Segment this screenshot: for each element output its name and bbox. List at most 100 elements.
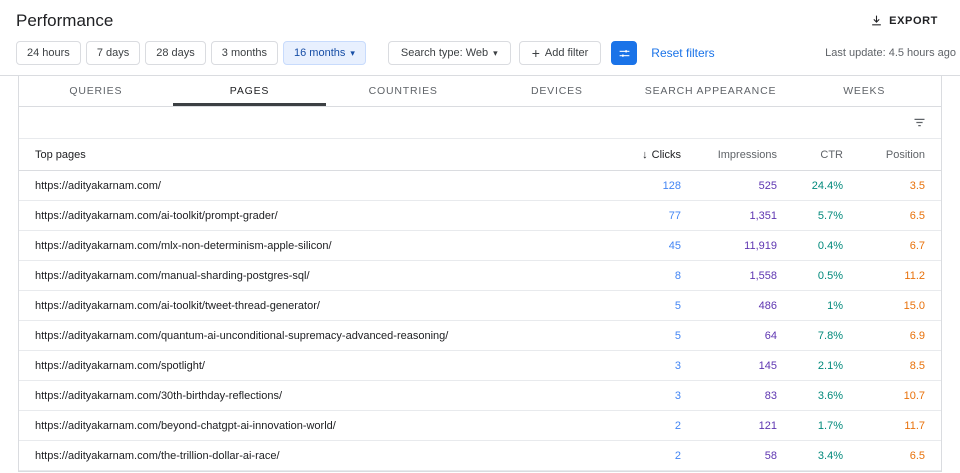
export-label: EXPORT <box>889 14 938 27</box>
chip-28-days[interactable]: 28 days <box>145 41 206 65</box>
position-cell: 15.0 <box>903 299 925 312</box>
tab-weeks[interactable]: WEEKS <box>787 76 941 106</box>
table-row[interactable]: https://adityakarnam.com/the-trillion-do… <box>19 441 941 471</box>
column-header-top-pages: Top pages <box>35 148 86 161</box>
clicks-header-label: Clicks <box>651 148 681 161</box>
clicks-cell: 5 <box>674 299 681 312</box>
add-filter-chip[interactable]: + Add filter <box>518 41 602 65</box>
table-body: https://adityakarnam.com/128 525 24.4% 3.5 h… <box>19 171 941 471</box>
table-row[interactable]: https://adityakarnam.com/quantum-ai-unco… <box>19 321 941 351</box>
date-range-chips: 24 hours 7 days 28 days 3 months 16 mont… <box>16 41 366 65</box>
table-card: QUERIES PAGES COUNTRIES DEVICES SEARCH A… <box>18 76 942 472</box>
position-cell: 6.5 <box>909 209 925 222</box>
reset-filters-link[interactable]: Reset filters <box>651 46 714 60</box>
table-row[interactable]: https://adityakarnam.com/spotlight/3 145 2… <box>19 351 941 381</box>
tab-queries[interactable]: QUERIES <box>19 76 173 106</box>
column-header-ctr[interactable]: CTR <box>777 149 843 161</box>
clicks-cell: 128 <box>662 179 681 192</box>
ctr-cell: 3.4% <box>817 449 843 462</box>
search-type-chip[interactable]: Search type: Web ▾ <box>387 41 511 65</box>
page-url-cell: https://adityakarnam.com/spotlight/ <box>35 359 205 372</box>
column-header-impressions[interactable]: Impressions <box>681 149 777 161</box>
clicks-cell: 3 <box>674 359 681 372</box>
impressions-cell: 486 <box>758 299 777 312</box>
clicks-cell: 2 <box>674 449 681 462</box>
position-cell: 6.5 <box>909 449 925 462</box>
impressions-cell: 1,351 <box>749 209 777 222</box>
tab-countries[interactable]: COUNTRIES <box>326 76 480 106</box>
impressions-cell: 11,919 <box>744 239 777 252</box>
sort-arrow-down-icon: ↓ <box>642 148 648 161</box>
search-type-label: Search type: Web <box>400 47 489 59</box>
impressions-cell: 121 <box>758 419 777 432</box>
export-button[interactable]: EXPORT <box>864 10 944 31</box>
position-cell: 10.7 <box>903 389 925 402</box>
app-header: Performance EXPORT <box>0 0 960 37</box>
caret-down-icon: ▾ <box>350 47 355 58</box>
position-cell: 11.2 <box>904 269 925 282</box>
add-filter-label: Add filter <box>544 47 589 59</box>
column-header-position[interactable]: Position <box>843 149 925 161</box>
table-row[interactable]: https://adityakarnam.com/128 525 24.4% 3.5 <box>19 171 941 201</box>
impressions-cell: 1,558 <box>749 269 777 282</box>
position-cell: 6.7 <box>909 239 925 252</box>
table-row[interactable]: https://adityakarnam.com/ai-toolkit/prom… <box>19 201 941 231</box>
ctr-cell: 7.8% <box>817 329 843 342</box>
filter-bar: 24 hours 7 days 28 days 3 months 16 mont… <box>0 37 960 75</box>
impressions-cell: 145 <box>758 359 777 372</box>
tab-pages[interactable]: PAGES <box>172 76 327 106</box>
clicks-cell: 45 <box>668 239 681 252</box>
impressions-cell: 83 <box>764 389 777 402</box>
impressions-cell: 525 <box>758 179 777 192</box>
ctr-cell: 1% <box>827 299 843 312</box>
impressions-cell: 64 <box>764 329 777 342</box>
download-icon <box>872 15 881 26</box>
page-url-cell: https://adityakarnam.com/ <box>35 179 161 192</box>
clicks-cell: 5 <box>674 329 681 342</box>
position-cell: 3.5 <box>909 179 925 192</box>
tab-devices[interactable]: DEVICES <box>480 76 634 106</box>
page-url-cell: https://adityakarnam.com/ai-toolkit/twee… <box>35 299 320 312</box>
table-row[interactable]: https://adityakarnam.com/30th-birthday-r… <box>19 381 941 411</box>
tab-search-appearance[interactable]: SEARCH APPEARANCE <box>634 76 788 106</box>
chip-24-hours[interactable]: 24 hours <box>16 41 81 65</box>
position-cell: 8.5 <box>909 359 925 372</box>
caret-down-icon: ▾ <box>493 47 498 58</box>
page-url-cell: https://adityakarnam.com/30th-birthday-r… <box>35 389 283 402</box>
ctr-cell: 3.6% <box>817 389 843 402</box>
table-row[interactable]: https://adityakarnam.com/beyond-chatgpt-… <box>19 411 941 441</box>
clicks-cell: 2 <box>674 419 681 432</box>
table-row[interactable]: https://adityakarnam.com/ai-toolkit/twee… <box>19 291 941 321</box>
ctr-cell: 24.4% <box>811 179 843 192</box>
filter-list-icon <box>914 118 925 127</box>
ctr-cell: 1.7% <box>817 419 843 432</box>
dimension-tabs: QUERIES PAGES COUNTRIES DEVICES SEARCH A… <box>19 76 941 107</box>
clicks-cell: 77 <box>668 209 681 222</box>
page-url-cell: https://adityakarnam.com/quantum-ai-unco… <box>35 329 449 342</box>
table-row[interactable]: https://adityakarnam.com/manual-sharding… <box>19 261 941 291</box>
clicks-cell: 3 <box>674 389 681 402</box>
chip-16-months-label: 16 months <box>294 47 346 59</box>
table-row[interactable]: https://adityakarnam.com/mlx-non-determi… <box>19 231 941 261</box>
performance-page: Performance EXPORT 24 hours 7 days 28 da… <box>0 0 960 472</box>
page-title: Performance <box>16 10 114 30</box>
tune-icon <box>619 49 630 57</box>
page-url-cell: https://adityakarnam.com/ai-toolkit/prom… <box>35 209 278 222</box>
chip-16-months[interactable]: 16 months ▾ <box>283 41 366 65</box>
filter-list-button[interactable] <box>910 113 929 132</box>
position-cell: 11.7 <box>904 419 925 432</box>
chip-7-days[interactable]: 7 days <box>85 41 141 65</box>
ctr-cell: 5.7% <box>817 209 843 222</box>
table-header-row: Top pages ↓ Clicks Impressions CTR Positi… <box>19 139 941 171</box>
position-cell: 6.9 <box>909 329 925 342</box>
chip-3-months[interactable]: 3 months <box>210 41 279 65</box>
table-toolbar <box>19 107 941 139</box>
clicks-cell: 8 <box>674 269 681 282</box>
page-url-cell: https://adityakarnam.com/beyond-chatgpt-… <box>35 419 336 432</box>
ctr-cell: 0.5% <box>817 269 843 282</box>
page-url-cell: https://adityakarnam.com/mlx-non-determi… <box>35 239 332 252</box>
last-update-text: Last update: 4.5 hours ago <box>825 47 956 59</box>
column-header-clicks[interactable]: ↓ Clicks <box>601 149 681 161</box>
impressions-cell: 58 <box>764 449 777 462</box>
tune-button[interactable] <box>611 41 638 65</box>
